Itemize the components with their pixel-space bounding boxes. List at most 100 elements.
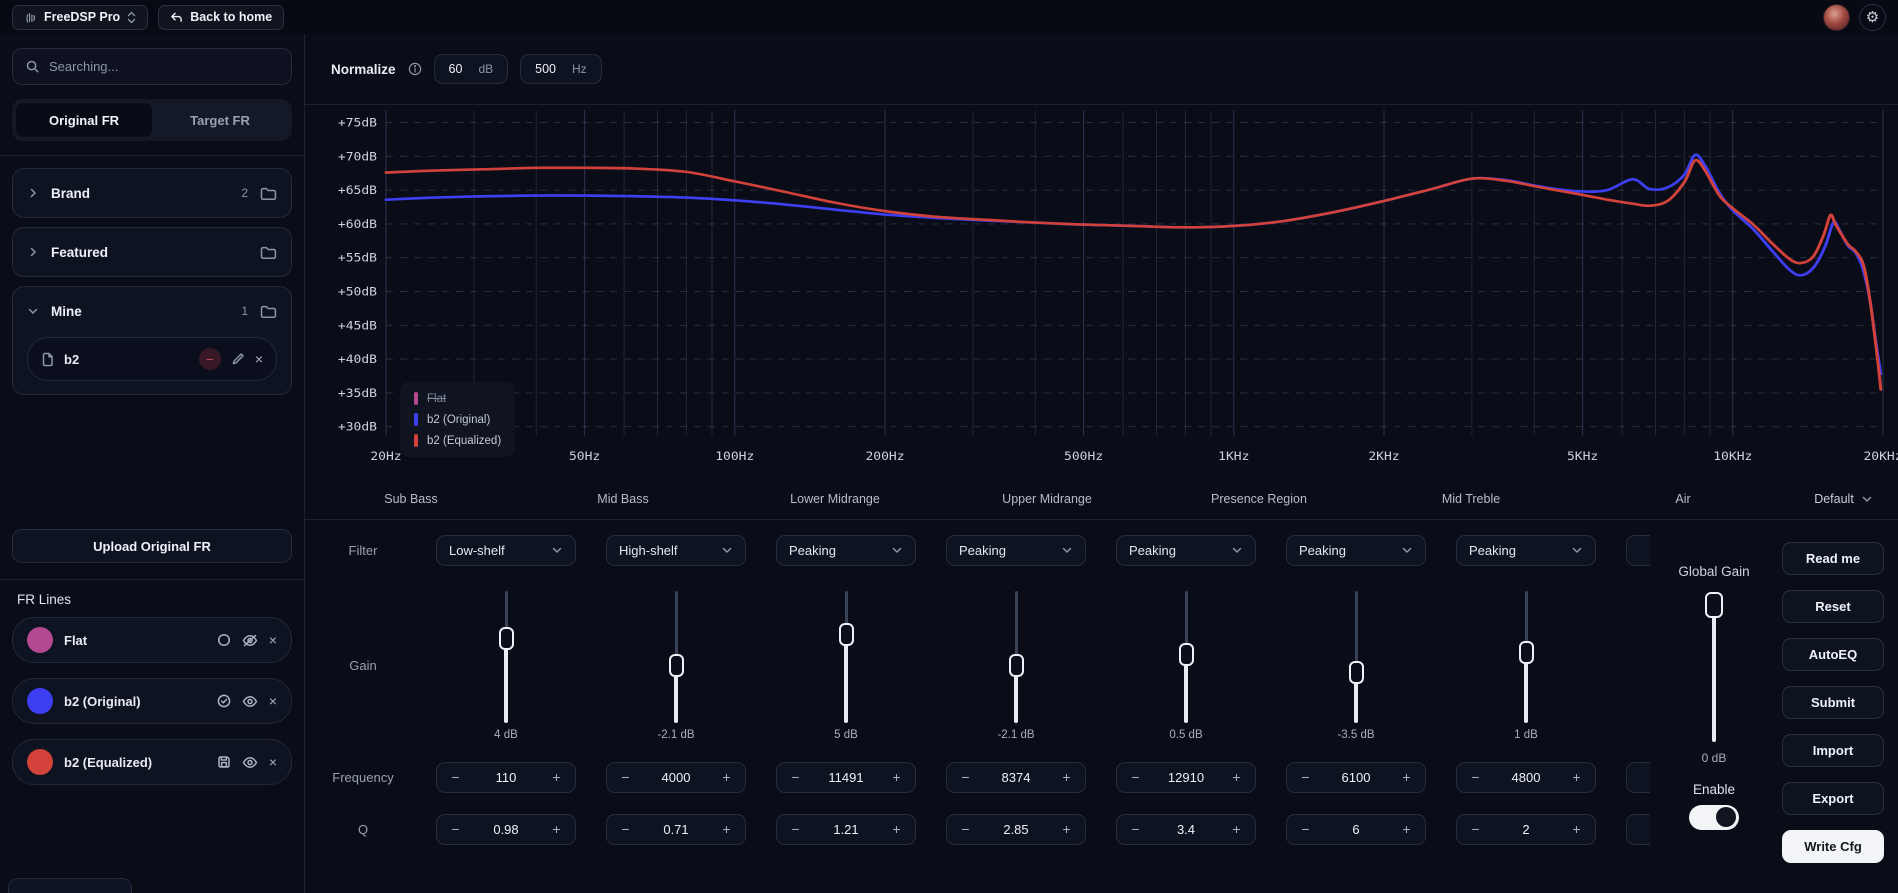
increment-icon[interactable]: + [1059, 769, 1074, 785]
tab-original-fr[interactable]: Original FR [16, 103, 152, 137]
q-stepper[interactable]: − 3.4 + [1116, 813, 1256, 845]
write-cfg-button[interactable]: Write Cfg [1782, 829, 1884, 863]
gain-slider-knob[interactable] [498, 626, 514, 650]
increment-icon[interactable]: + [1399, 769, 1414, 785]
q-stepper[interactable]: − 0.71 + [606, 813, 746, 845]
decrement-icon[interactable]: − [958, 821, 973, 837]
increment-icon[interactable]: + [1229, 821, 1244, 837]
read-me-button[interactable]: Read me [1782, 541, 1884, 575]
q-stepper[interactable]: − 6 + [1286, 813, 1426, 845]
q-stepper[interactable]: − 2 + [1456, 813, 1596, 845]
frequency-stepper[interactable]: − 4000 + [606, 761, 746, 793]
decrement-icon[interactable]: − [618, 769, 633, 785]
global-gain-knob[interactable] [1705, 591, 1723, 618]
tab-target-fr[interactable]: Target FR [152, 103, 288, 137]
decrement-icon[interactable]: − [448, 821, 463, 837]
q-stepper[interactable]: − 0.98 + [436, 813, 576, 845]
decrement-icon[interactable]: − [1128, 769, 1143, 785]
enable-toggle[interactable] [1689, 804, 1739, 830]
increment-icon[interactable]: + [1059, 821, 1074, 837]
close-icon[interactable]: × [269, 632, 277, 648]
line-color-swatch[interactable] [27, 749, 53, 775]
increment-icon[interactable]: + [1569, 769, 1584, 785]
eye-off-icon[interactable] [242, 634, 258, 647]
filter-select[interactable]: Peaking [1286, 534, 1426, 566]
q-stepper[interactable]: − 2.85 + [946, 813, 1086, 845]
gain-slider-knob[interactable] [1348, 660, 1364, 684]
folder-header[interactable]: Featured [27, 228, 277, 276]
increment-icon[interactable]: + [1399, 821, 1414, 837]
fr-line-item[interactable]: b2 (Equalized) × [12, 739, 292, 785]
frequency-stepper[interactable]: − 11491 + [776, 761, 916, 793]
gain-slider[interactable] [1178, 590, 1195, 723]
normalize-db-input[interactable]: 60 dB [433, 54, 509, 84]
legend-item[interactable]: b2 (Equalized) [414, 434, 501, 447]
decrement-icon[interactable]: − [618, 821, 633, 837]
frequency-stepper[interactable]: − 12910 + [1116, 761, 1256, 793]
filter-select[interactable]: High-shelf [606, 534, 746, 566]
eye-icon[interactable] [242, 695, 258, 708]
increment-icon[interactable]: + [1569, 821, 1584, 837]
avatar[interactable] [1823, 3, 1850, 31]
circle-outline-icon[interactable] [217, 633, 231, 647]
line-color-swatch[interactable] [27, 627, 53, 653]
gain-slider-knob[interactable] [668, 653, 684, 677]
increment-icon[interactable]: + [719, 769, 734, 785]
reset-button[interactable]: Reset [1782, 589, 1884, 623]
upload-original-fr-button[interactable]: Upload Original FR [12, 529, 292, 563]
decrement-icon[interactable]: − [448, 769, 463, 785]
app-switcher[interactable]: FreeDSP Pro [12, 4, 149, 30]
preset-select[interactable]: Default [1789, 492, 1898, 506]
eye-icon[interactable] [242, 756, 258, 769]
gain-slider[interactable] [668, 590, 685, 723]
gain-slider-knob[interactable] [1008, 653, 1024, 677]
filter-select[interactable]: Peaking [776, 534, 916, 566]
gain-slider-knob[interactable] [1178, 642, 1194, 666]
frequency-stepper[interactable]: − 6100 + [1286, 761, 1426, 793]
search-input[interactable]: Searching... [12, 48, 292, 85]
fr-line-item[interactable]: Flat × [12, 617, 292, 663]
gain-slider[interactable] [1518, 590, 1535, 723]
decrement-icon[interactable]: − [1298, 769, 1313, 785]
edit-pencil-icon[interactable] [231, 352, 245, 366]
filter-select[interactable]: Peaking [1116, 534, 1256, 566]
gain-slider-knob[interactable] [838, 622, 854, 646]
fr-file-item[interactable]: b2 − × [27, 337, 277, 381]
folder-header[interactable]: Mine 1 [27, 287, 277, 335]
filter-select[interactable]: Peaking [946, 534, 1086, 566]
back-to-home-button[interactable]: Back to home [158, 4, 285, 30]
filter-select[interactable]: Peaking [1456, 534, 1596, 566]
gain-slider[interactable] [1008, 590, 1025, 723]
close-icon[interactable]: × [269, 754, 277, 770]
folder-header[interactable]: Brand 2 [27, 169, 277, 217]
global-gain-slider[interactable] [1705, 591, 1723, 742]
filter-select[interactable]: Low-shelf [436, 534, 576, 566]
q-stepper[interactable]: − 1.21 + [776, 813, 916, 845]
decrement-icon[interactable]: − [1468, 821, 1483, 837]
decrement-icon[interactable]: − [788, 769, 803, 785]
submit-button[interactable]: Submit [1782, 685, 1884, 719]
decrement-icon[interactable]: − [1128, 821, 1143, 837]
decrement-icon[interactable]: − [788, 821, 803, 837]
increment-icon[interactable]: + [889, 769, 904, 785]
check-circle-icon[interactable] [217, 694, 231, 708]
line-color-swatch[interactable] [27, 688, 53, 714]
legend-item[interactable]: Flat [414, 392, 501, 405]
frequency-stepper[interactable]: − 8374 + [946, 761, 1086, 793]
autoeq-button[interactable]: AutoEQ [1782, 637, 1884, 671]
close-icon[interactable]: × [269, 693, 277, 709]
increment-icon[interactable]: + [549, 769, 564, 785]
fr-line-item[interactable]: b2 (Original) × [12, 678, 292, 724]
gain-slider-knob[interactable] [1518, 640, 1534, 664]
decrement-icon[interactable]: − [1468, 769, 1483, 785]
normalize-hz-input[interactable]: 500 Hz [520, 54, 602, 84]
export-button[interactable]: Export [1782, 781, 1884, 815]
decrement-icon[interactable]: − [958, 769, 973, 785]
settings-gear-icon[interactable]: ⚙ [1859, 3, 1886, 31]
increment-icon[interactable]: + [549, 821, 564, 837]
info-icon[interactable] [408, 62, 422, 76]
gain-slider[interactable] [498, 590, 515, 723]
close-icon[interactable]: × [255, 351, 263, 367]
import-button[interactable]: Import [1782, 733, 1884, 767]
remove-minus-icon[interactable]: − [198, 348, 221, 370]
